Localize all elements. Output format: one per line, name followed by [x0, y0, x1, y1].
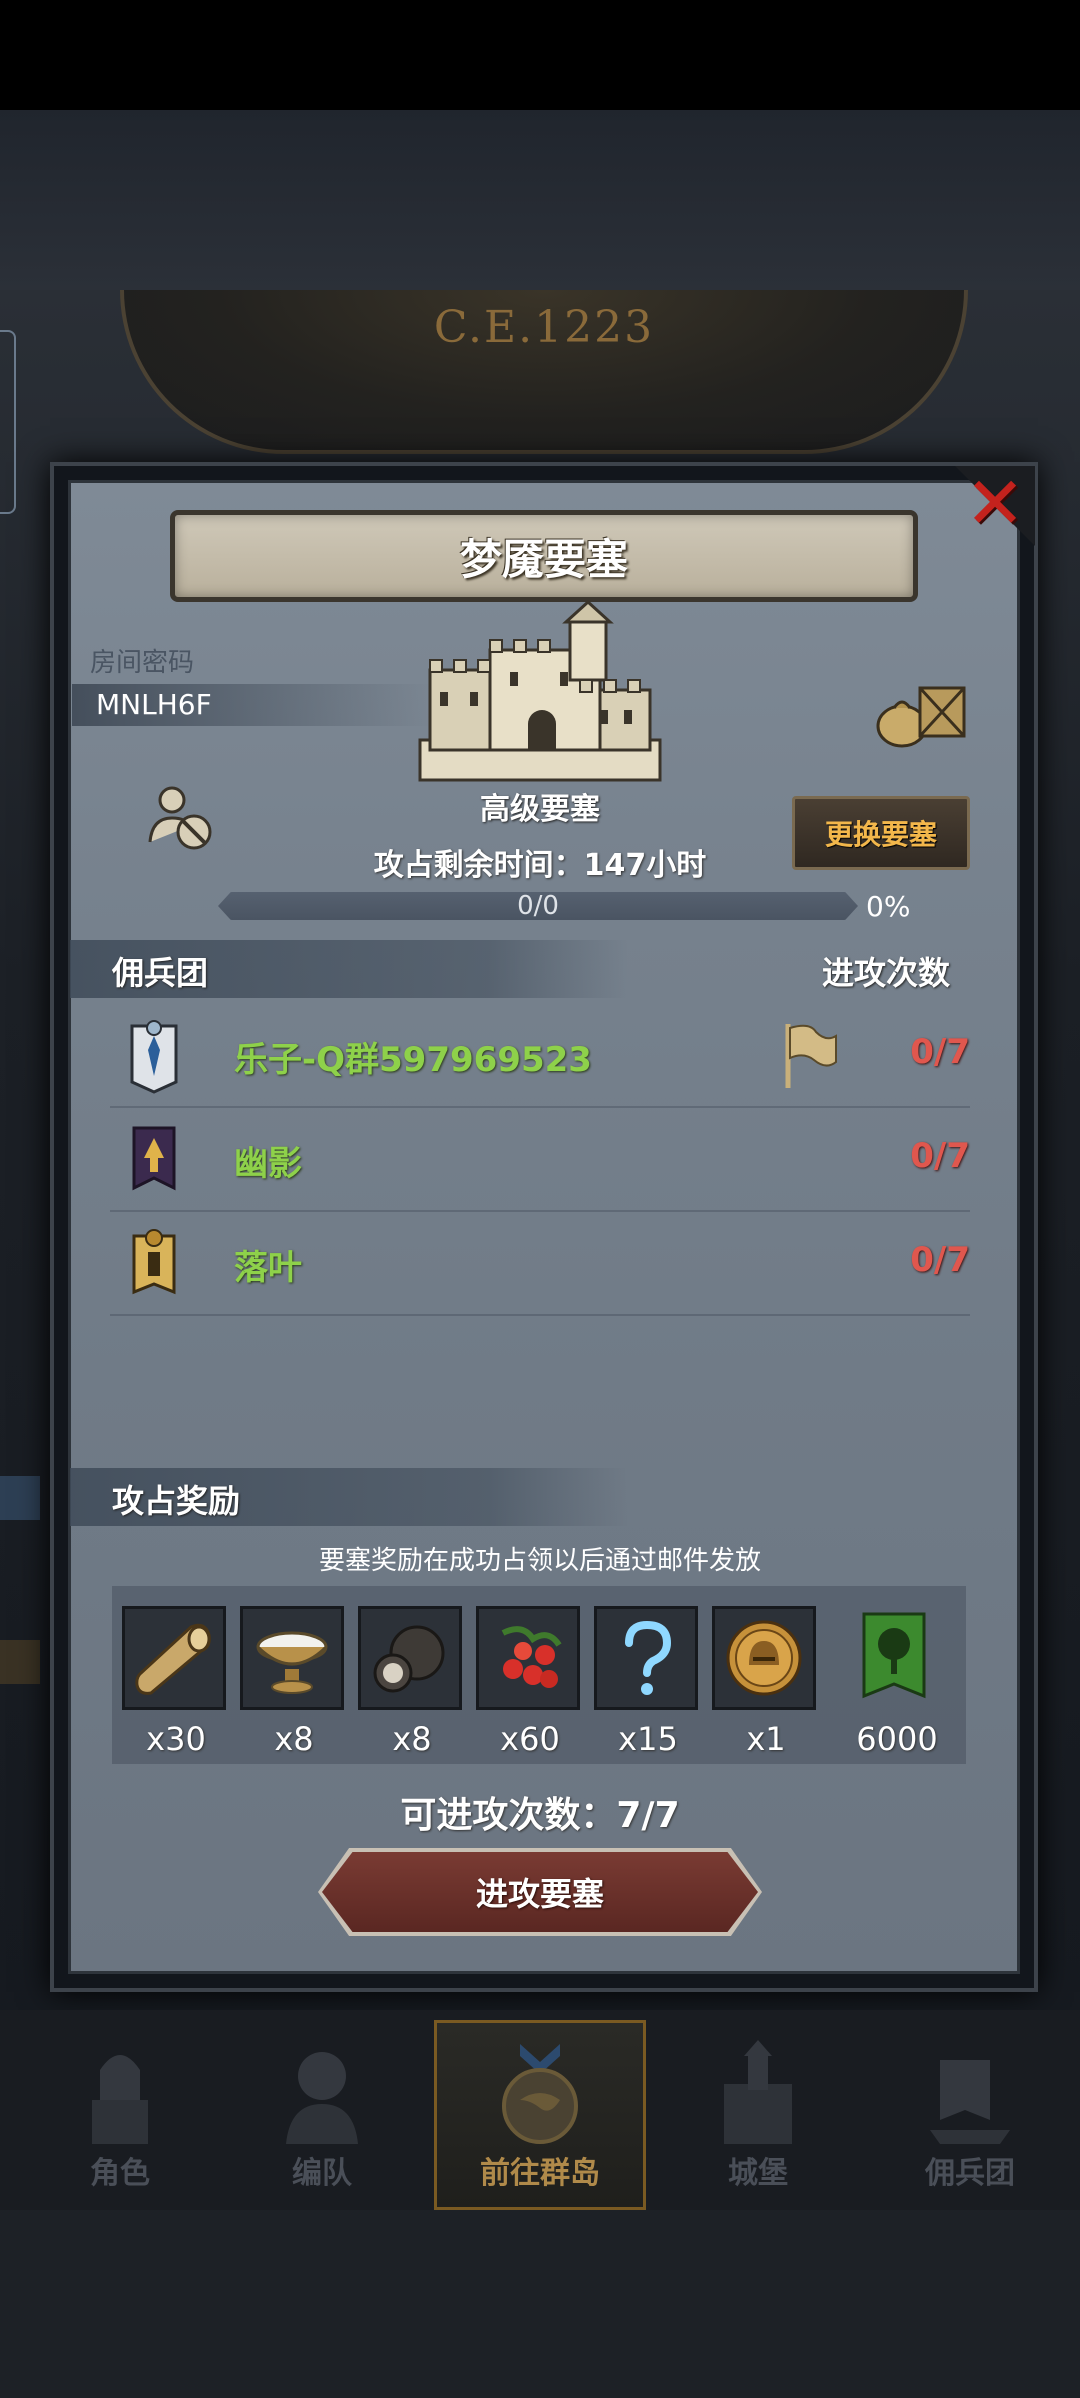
attack-button-label: 进攻要塞: [475, 1875, 604, 1913]
reward-qty: x8: [392, 1720, 432, 1758]
room-code-label: 房间密码: [90, 648, 195, 678]
title-banner: 梦魇要塞: [170, 510, 918, 602]
guild-ship-icon: [930, 2060, 1010, 2144]
fortress-type: 高级要塞: [480, 792, 600, 827]
nav-label: 角色: [90, 2156, 150, 2191]
reward-bag-icon[interactable]: [874, 670, 970, 750]
reward-item[interactable]: x1: [712, 1606, 820, 1758]
nav-item-formation[interactable]: 编队: [232, 2030, 412, 2210]
reward-item[interactable]: x8: [240, 1606, 348, 1758]
bowl-icon: [256, 1631, 328, 1694]
compass-globe-icon: [502, 2044, 578, 2144]
era-dial: C.E.1223: [120, 290, 968, 454]
nav-label: 佣兵团: [925, 2156, 1015, 2191]
reward-item[interactable]: x60: [476, 1606, 584, 1758]
truffle-icon: [373, 1625, 445, 1693]
guild-row[interactable]: 落叶 0/7: [110, 1210, 970, 1316]
tree-banner-icon: [862, 1612, 926, 1699]
era-label: C.E.1223: [433, 302, 655, 353]
reward-qty: x15: [618, 1720, 678, 1758]
attack-fortress-button[interactable]: 进攻要塞: [322, 1852, 758, 1932]
change-fortress-button[interactable]: 更换要塞: [792, 796, 970, 870]
guild-row[interactable]: 幽影 0/7: [110, 1106, 970, 1212]
side-marker: [0, 1476, 40, 1520]
reward-qty: 6000: [856, 1720, 938, 1758]
background-upper: [0, 110, 1080, 290]
helmet-coin-icon: [726, 1620, 802, 1696]
nav-item-castle[interactable]: 城堡: [668, 2030, 848, 2210]
nav-item-character[interactable]: 角色: [30, 2030, 210, 2210]
status-bar: [0, 0, 1080, 110]
nav-item-islands[interactable]: 前往群岛: [450, 2030, 630, 2210]
side-marker: [0, 1640, 40, 1684]
close-icon[interactable]: ✕: [960, 467, 1030, 539]
attack-count-header: 进攻次数: [822, 954, 951, 992]
no-visitors-icon[interactable]: [144, 782, 216, 854]
attacks-available: 可进攻次数：7/7: [400, 1795, 680, 1836]
wood-log-icon: [135, 1623, 211, 1695]
guild-row[interactable]: 乐子-Q群597969523 0/7: [110, 1002, 970, 1108]
reward-section-title: 攻占奖励: [112, 1482, 241, 1520]
nav-label: 城堡: [728, 2156, 788, 2191]
reward-item[interactable]: x30: [122, 1606, 230, 1758]
reward-note: 要塞奖励在成功占领以后通过邮件发放: [318, 1546, 761, 1576]
castle-nav-icon: [724, 2040, 792, 2144]
flag-icon: [785, 1024, 837, 1088]
berries-icon: [501, 1626, 562, 1688]
nav-item-guild[interactable]: 佣兵团: [880, 2030, 1060, 2210]
bottom-area: [0, 2210, 1080, 2398]
reward-item[interactable]: x8: [358, 1606, 466, 1758]
guild-banner-icon: [132, 1229, 176, 1295]
reward-qty: x1: [746, 1720, 786, 1758]
reward-qty: x8: [274, 1720, 314, 1758]
reward-item[interactable]: x15: [594, 1606, 702, 1758]
reward-item[interactable]: 6000: [842, 1606, 952, 1758]
guild-section-title: 佣兵团: [112, 954, 209, 992]
dialog-title: 梦魇要塞: [459, 534, 628, 584]
knight-icon: [92, 2055, 148, 2144]
remaining-time: 攻占剩余时间：147小时: [373, 848, 707, 883]
guild-name: 幽影: [234, 1144, 302, 1184]
guild-attack-count: 0/7: [910, 1136, 970, 1176]
question-mark-icon: [625, 1620, 672, 1695]
reward-qty: x30: [146, 1720, 206, 1758]
progress-text: 0/0: [517, 891, 559, 921]
formation-icon: [286, 2052, 358, 2144]
nav-label: 前往群岛: [480, 2156, 600, 2191]
guild-attack-count: 0/7: [910, 1032, 970, 1072]
guild-banner-icon: [130, 1020, 178, 1094]
side-tab[interactable]: [0, 330, 16, 514]
castle-icon: [418, 600, 662, 782]
guild-name: 乐子-Q群597969523: [234, 1040, 592, 1080]
guild-name: 落叶: [234, 1248, 302, 1288]
room-code[interactable]: MNLH6F: [96, 688, 212, 721]
guild-banner-icon: [132, 1126, 176, 1191]
progress-percent: 0%: [866, 890, 911, 923]
nav-label: 编队: [292, 2156, 352, 2191]
guild-attack-count: 0/7: [910, 1240, 970, 1280]
reward-qty: x60: [500, 1720, 560, 1758]
